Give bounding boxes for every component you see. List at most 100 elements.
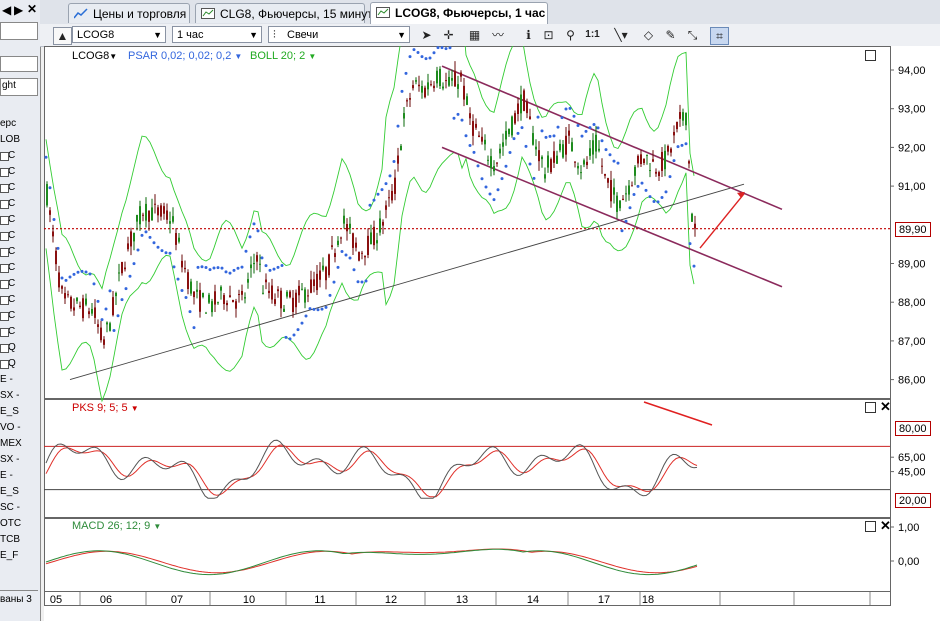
close-pane-icon[interactable]: ✕ (880, 519, 891, 532)
checkbox[interactable] (0, 200, 9, 209)
scale-icon[interactable]: ⊡ (540, 27, 557, 43)
tab-prices-trading[interactable]: Цены и торговля (68, 3, 190, 23)
macd-legend[interactable]: MACD 26; 12; 9 ▼ (72, 520, 161, 532)
candle-body (64, 293, 66, 299)
tab-lcog8-1h[interactable]: LCOG8, Фьючерсы, 1 час (370, 2, 548, 25)
checkbox[interactable] (0, 312, 9, 321)
pks-legend[interactable]: PKS 9; 5; 5 ▼ (72, 402, 139, 414)
psar-dot (280, 263, 284, 267)
psar-dot (376, 192, 380, 196)
maximize-pane-button[interactable] (865, 521, 876, 532)
eraser-icon[interactable]: ◇ (640, 27, 657, 43)
left-row-label: OTC (0, 518, 22, 529)
checkbox[interactable] (0, 248, 9, 257)
psar-dot (452, 116, 456, 120)
psar-dot (572, 114, 576, 118)
crosshair-icon[interactable]: ✛ (440, 27, 457, 43)
checkbox[interactable] (0, 232, 9, 241)
symbol-value: LCOG8 (77, 29, 115, 41)
left-row-label: ерс (0, 118, 17, 129)
candle-body (628, 185, 630, 195)
forward-icon[interactable]: ▶ (14, 3, 23, 17)
candle-body (280, 290, 282, 309)
close-pane-icon[interactable]: ✕ (880, 400, 891, 413)
candle-body (367, 235, 369, 256)
checkbox[interactable] (0, 360, 9, 369)
symbol-select[interactable]: LCOG8 ▼ (72, 26, 166, 43)
chart-type-select[interactable]: ⫶ Свечи ▼ (268, 26, 410, 43)
price-tick-label: 89,00 (898, 259, 926, 271)
psar-dot (100, 318, 104, 322)
psar-dot (676, 145, 680, 149)
psar-dot (564, 107, 568, 111)
left-field[interactable]: ght (0, 78, 38, 96)
price-tick-label: 86,00 (898, 375, 926, 387)
left-row-label: C (8, 262, 16, 273)
zoom-1-1-icon[interactable]: 1:1 (584, 27, 601, 43)
psar-legend[interactable]: PSAR 0,02; 0,02; 0,2 ▼ (128, 50, 242, 62)
psar-dot (324, 305, 328, 309)
candle-body (115, 292, 117, 297)
cursor-icon[interactable]: ➤ (418, 27, 435, 43)
candle-body (202, 292, 204, 297)
psar-dot (516, 131, 520, 135)
candle-body (175, 233, 177, 245)
zoom-icon[interactable]: ⚲ (562, 27, 579, 43)
tools-icon[interactable]: ⤡ (684, 27, 701, 43)
close-icon[interactable]: ✕ (27, 2, 37, 16)
psar-dot (616, 161, 620, 165)
psar-dot (252, 222, 256, 226)
timeframe-select[interactable]: 1 час ▼ (172, 26, 262, 43)
psar-dot (220, 266, 224, 270)
indicators-icon[interactable]: 〰 (486, 27, 510, 43)
tab-clg8-15min[interactable]: CLG8, Фьючерсы, 15 минут (195, 3, 373, 23)
candle-body (103, 339, 105, 345)
checkbox[interactable] (0, 216, 9, 225)
chevron-down-icon: ▼ (249, 30, 258, 40)
psar-dot (604, 148, 608, 152)
checkbox[interactable] (0, 264, 9, 273)
candle-body (592, 140, 594, 155)
candle-body (460, 72, 462, 77)
grid-icon[interactable]: ▦ (466, 27, 483, 43)
candle-body (532, 133, 534, 145)
checkbox[interactable] (0, 280, 9, 289)
left-input[interactable] (0, 22, 38, 40)
symbol-legend[interactable]: LCOG8▼ (72, 50, 117, 62)
candle-body (454, 70, 456, 87)
date-label: 14 (527, 594, 539, 606)
left-dropdown[interactable] (0, 56, 38, 72)
left-row-label: Q (8, 358, 16, 369)
trendline-icon[interactable]: ╲▾ (608, 27, 634, 43)
magnet-icon[interactable]: ⌗ (710, 27, 729, 45)
collapse-button[interactable]: ▲ (53, 27, 72, 45)
checkbox[interactable] (0, 184, 9, 193)
psar-dot (192, 326, 196, 330)
candle-body (682, 112, 684, 121)
checkbox[interactable] (0, 168, 9, 177)
checkbox[interactable] (0, 152, 9, 161)
maximize-pane-button[interactable] (865, 50, 876, 61)
candle-body (355, 242, 357, 248)
psar-dot (580, 134, 584, 138)
candle-body (643, 158, 645, 164)
psar-dot (628, 206, 632, 210)
candle-body (292, 297, 294, 312)
boll-legend[interactable]: BOLL 20; 2 ▼ (250, 50, 316, 62)
checkbox[interactable] (0, 344, 9, 353)
psar-dot (624, 219, 628, 223)
price-tick-label: 87,00 (898, 336, 926, 348)
candle-body (184, 267, 186, 270)
maximize-pane-button[interactable] (865, 402, 876, 413)
info-icon[interactable]: ℹ (520, 27, 537, 43)
candle-body (610, 180, 612, 202)
paint-icon[interactable]: ✎ (662, 27, 679, 43)
price-chart[interactable]: 94,00 93,00 92,00 91,00 89,00 88,00 87,00 86,00… (44, 46, 940, 621)
checkbox[interactable] (0, 328, 9, 337)
checkbox[interactable] (0, 296, 9, 305)
back-icon[interactable]: ◀ (2, 3, 11, 17)
chart-area[interactable]: 94,00 93,00 92,00 91,00 89,00 88,00 87,00 86,00… (44, 46, 940, 621)
psar-dot (196, 265, 200, 269)
candle-body (457, 84, 459, 89)
chevron-down-icon: ▼ (153, 30, 162, 40)
